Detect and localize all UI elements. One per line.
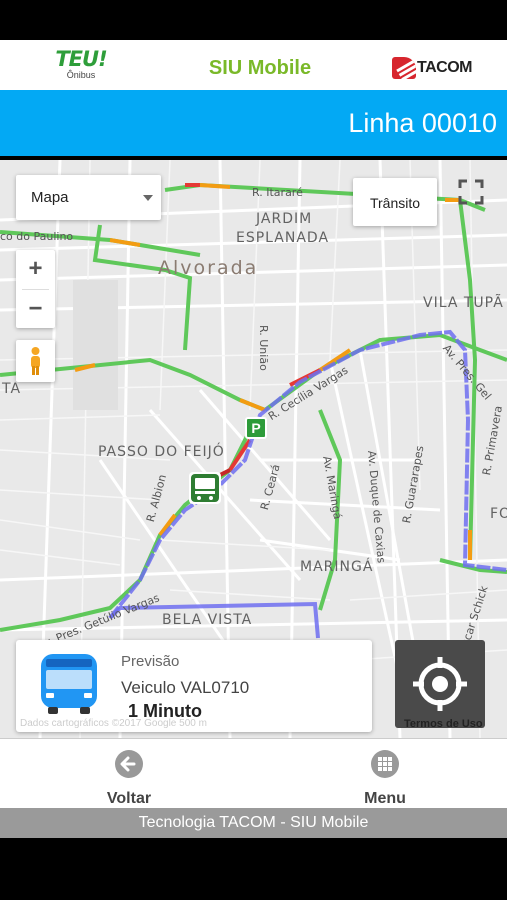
- line-title-bar: Linha 00010: [0, 90, 507, 156]
- fullscreen-icon: [458, 179, 484, 205]
- map-view[interactable]: R. Itararé co do Paulino JARDIM ESPLANAD…: [0, 160, 507, 738]
- map-label-paulino: co do Paulino: [0, 230, 74, 243]
- app-screen: TEU! Ônibus SIU Mobile TACOM Linha 00010: [0, 0, 507, 900]
- tacom-logo-text: TACOM: [417, 59, 472, 76]
- map-label-bela-vista: BELA VISTA: [162, 612, 253, 628]
- map-label-fo: FO: [490, 506, 507, 522]
- zoom-in-button[interactable]: +: [16, 250, 55, 289]
- teu-logo-text: TEU!: [55, 47, 107, 71]
- pegman-icon: [31, 347, 40, 375]
- arrow-left-icon: [115, 750, 143, 778]
- map-label-ta: TA: [2, 381, 22, 397]
- bus-marker-icon: [191, 474, 219, 502]
- teu-onibus-logo: TEU! Ônibus: [54, 48, 108, 86]
- zoom-out-button[interactable]: −: [16, 290, 55, 329]
- menu-button[interactable]: Menu: [335, 749, 435, 808]
- map-label-maringa: MARINGÁ: [300, 559, 374, 575]
- terms-of-use-link[interactable]: Termos de Uso: [404, 718, 483, 730]
- map-label-alvorada: Alvorada: [158, 257, 259, 279]
- back-label: Voltar: [106, 790, 152, 807]
- map-label-r-uniao: R. União: [257, 325, 270, 371]
- map-label-passo-do-feijo: PASSO DO FEIJÓ: [98, 444, 225, 460]
- menu-label: Menu: [364, 790, 406, 807]
- my-location-button[interactable]: [395, 640, 485, 728]
- crosshair-icon: [413, 657, 467, 711]
- map-type-label: Mapa: [31, 189, 69, 206]
- teu-logo-subtext: Ônibus: [66, 70, 96, 80]
- app-title: SIU Mobile: [208, 57, 312, 79]
- map-label-esplanada: ESPLANADA: [236, 230, 330, 246]
- zoom-control: + −: [16, 250, 55, 328]
- tacom-logo: TACOM: [392, 57, 472, 79]
- bottom-nav: Voltar Menu: [0, 738, 507, 808]
- back-button[interactable]: Voltar: [79, 749, 179, 808]
- map-label-vila-tupa: VILA TUPÃ: [423, 295, 504, 311]
- bus-icon: [41, 654, 97, 714]
- vehicle-id: Veiculo VAL0710: [121, 678, 250, 697]
- prediction-label: Previsão: [121, 653, 180, 670]
- map-label-jardim: JARDIM: [256, 211, 313, 227]
- map-label-r-itarare: R. Itararé: [252, 186, 303, 199]
- parking-marker[interactable]: P: [245, 417, 267, 439]
- street-view-pegman[interactable]: [16, 340, 55, 382]
- dropdown-arrow-icon: [143, 195, 153, 201]
- traffic-toggle-button[interactable]: Trânsito: [353, 178, 437, 226]
- grid-menu-icon: [371, 750, 399, 778]
- fullscreen-button[interactable]: [451, 172, 491, 212]
- map-attribution: Dados cartográficos ©2017 Google 500 m: [20, 718, 207, 729]
- map-type-selector[interactable]: Mapa: [16, 175, 161, 220]
- line-title: Linha 00010: [348, 108, 497, 138]
- app-header: TEU! Ônibus SIU Mobile TACOM: [0, 40, 507, 90]
- bus-location-marker[interactable]: [189, 472, 221, 504]
- tacom-logo-mark-icon: [392, 57, 416, 79]
- footer-credits: Tecnologia TACOM - SIU Mobile: [0, 808, 507, 838]
